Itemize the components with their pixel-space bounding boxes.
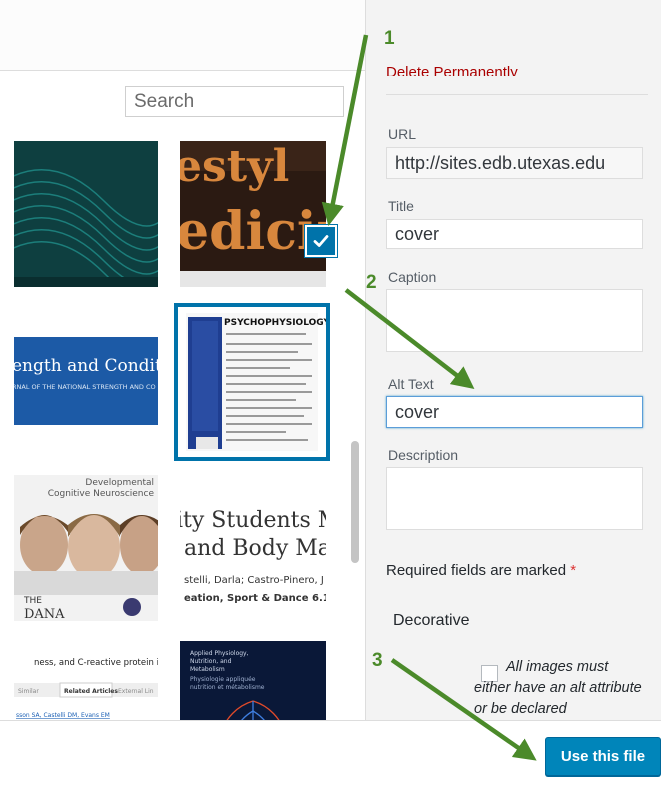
svg-text:Physiologie appliquée: Physiologie appliquée xyxy=(190,676,256,683)
svg-text:Metabolism: Metabolism xyxy=(190,666,225,673)
thumbnail-image: Developmental Cognitive Neuroscience THE… xyxy=(14,475,158,621)
svg-text:Applied Physiology,: Applied Physiology, xyxy=(190,650,249,657)
attachments-browser: estyl edicir ength and Condition RNAL OF… xyxy=(0,70,365,720)
svg-text:Similar: Similar xyxy=(18,688,39,695)
url-field[interactable] xyxy=(386,147,643,179)
required-star: * xyxy=(570,562,577,579)
required-fields-note: Required fields are marked * xyxy=(386,562,576,579)
svg-text:eation, Sport & Dance 6.1 (S: eation, Sport & Dance 6.1 (S xyxy=(184,593,326,604)
divider xyxy=(386,94,648,95)
thumbnail-image: ity Students M and Body Ma stelli, Darla… xyxy=(180,475,326,621)
step-number-1: 1 xyxy=(384,28,395,49)
title-label: Title xyxy=(388,198,414,214)
thumbnail-image: ness, and C-reactive protein in childr S… xyxy=(14,641,158,720)
svg-text:Cognitive Neuroscience: Cognitive Neuroscience xyxy=(48,489,155,499)
thumbnail-image: ength and Condition RNAL OF THE NATIONAL… xyxy=(14,309,158,455)
thumbnail-image: estyl edicir xyxy=(180,141,326,287)
svg-text:nutrition et métabolisme: nutrition et métabolisme xyxy=(190,684,265,691)
svg-text:THE: THE xyxy=(23,596,42,606)
search-input[interactable] xyxy=(125,86,344,117)
attachment-thumbnail[interactable]: ness, and C-reactive protein in childr S… xyxy=(14,641,158,720)
svg-text:Nutrition, and: Nutrition, and xyxy=(190,658,232,665)
thumbnail-image: Applied Physiology, Nutrition, and Metab… xyxy=(180,641,326,720)
svg-text:External Lin: External Lin xyxy=(118,688,154,695)
attachment-thumbnail[interactable]: Developmental Cognitive Neuroscience THE… xyxy=(14,475,158,621)
description-field[interactable] xyxy=(386,467,643,530)
svg-text:ness, and C-reactive protein i: ness, and C-reactive protein in childr xyxy=(34,658,158,668)
step-number-2: 2 xyxy=(366,272,377,293)
thumbnail-image xyxy=(14,141,158,287)
required-note-text: Required fields are marked xyxy=(386,562,567,579)
caption-field[interactable] xyxy=(386,289,643,352)
attachment-thumbnail[interactable]: estyl edicir xyxy=(180,141,326,287)
svg-text:sson SA, Castelli DM, Evans EM: sson SA, Castelli DM, Evans EM xyxy=(16,712,110,719)
thumbnail-image: PSYCHOPHYSIOLOGY xyxy=(178,307,326,457)
attachment-thumbnail[interactable]: ength and Condition RNAL OF THE NATIONAL… xyxy=(14,309,158,455)
svg-text:ity Students M: ity Students M xyxy=(180,508,326,533)
scrollbar-thumb[interactable] xyxy=(351,441,359,563)
description-label: Description xyxy=(388,447,459,463)
svg-text:Developmental: Developmental xyxy=(85,478,154,488)
svg-text:RNAL OF THE NATIONAL STRENGTH: RNAL OF THE NATIONAL STRENGTH AND CO xyxy=(14,383,156,391)
svg-text:Related Articles: Related Articles xyxy=(64,688,118,695)
use-this-file-button[interactable]: Use this file xyxy=(545,737,661,776)
decorative-help-text: All images must either have an alt attri… xyxy=(474,659,642,717)
title-field[interactable] xyxy=(386,219,643,249)
alt-text-label: Alt Text xyxy=(388,376,434,392)
attachment-thumbnail[interactable]: ity Students M and Body Ma stelli, Darla… xyxy=(180,475,326,621)
attachment-thumbnail[interactable]: Applied Physiology, Nutrition, and Metab… xyxy=(180,641,326,720)
svg-text:estyl: estyl xyxy=(180,141,289,192)
thumbnail-title: ength and Condition xyxy=(14,356,158,376)
url-label: URL xyxy=(388,126,417,142)
svg-text:and Body Ma: and Body Ma xyxy=(184,536,326,561)
attachment-details-sidebar: Delete Permanently URL Title Caption Alt… xyxy=(365,0,661,720)
step-number-3: 3 xyxy=(372,650,383,671)
caption-label: Caption xyxy=(388,269,437,285)
selected-check-icon[interactable] xyxy=(305,225,337,257)
attachment-thumbnail-selected[interactable]: PSYCHOPHYSIOLOGY xyxy=(178,307,326,457)
decorative-label: Decorative xyxy=(393,612,470,629)
svg-text:PSYCHOPHYSIOLOGY: PSYCHOPHYSIOLOGY xyxy=(224,318,326,328)
alt-text-field[interactable] xyxy=(386,396,643,428)
svg-text:stelli, Darla; Castro-Pinero,: stelli, Darla; Castro-Pinero, J xyxy=(184,575,324,586)
delete-permanently-link[interactable]: Delete Permanently xyxy=(386,60,518,76)
attachment-thumbnail[interactable] xyxy=(14,141,158,287)
svg-text:DANA: DANA xyxy=(24,607,65,621)
